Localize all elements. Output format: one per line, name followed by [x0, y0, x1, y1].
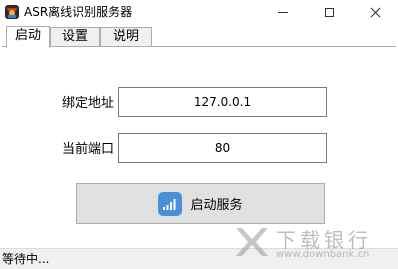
port-input[interactable] [118, 133, 327, 163]
signal-bars-icon [158, 191, 183, 216]
start-service-button[interactable]: 启动服务 [76, 183, 325, 224]
status-text: 等待中... [2, 252, 50, 266]
port-label: 当前端口 [62, 142, 115, 157]
title-bar[interactable]: ASR离线识别服务器 [0, 0, 398, 24]
minimize-icon [278, 11, 288, 13]
maximize-button[interactable] [306, 0, 352, 24]
status-bar: 等待中... [0, 248, 398, 269]
start-service-label: 启动服务 [190, 198, 243, 213]
bind-address-label: 绑定地址 [62, 96, 115, 111]
tab-settings[interactable]: 设置 [50, 27, 100, 46]
close-icon [370, 7, 381, 18]
minimize-button[interactable] [260, 0, 306, 24]
tab-start[interactable]: 启动 [6, 26, 50, 48]
bind-address-input[interactable] [118, 87, 327, 117]
app-window: ASR离线识别服务器 启动 设置 说明 绑定地址 当前端口 启动服务 等待中..… [0, 0, 398, 269]
close-button[interactable] [352, 0, 398, 24]
window-title: ASR离线识别服务器 [24, 5, 133, 19]
app-logo-icon [5, 5, 19, 19]
maximize-icon [324, 7, 334, 17]
tab-help[interactable]: 说明 [100, 27, 152, 46]
